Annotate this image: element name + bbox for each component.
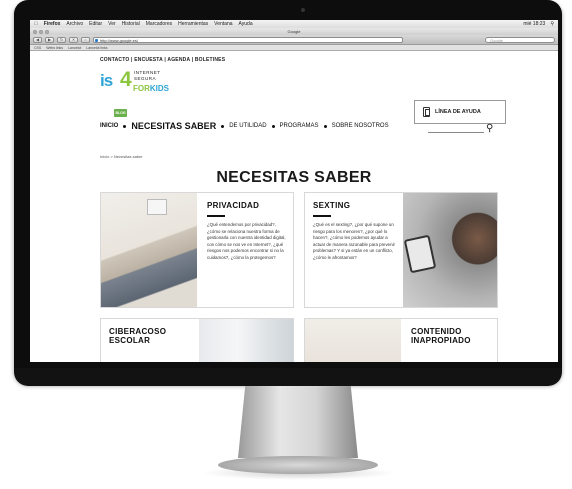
forward-icon[interactable]: ▶ <box>45 36 54 43</box>
help-line-button[interactable]: LÍNEA DE AYUDA <box>414 100 506 124</box>
main-nav: INICIO NECESITAS SABER DE UTILIDAD PROGR… <box>100 121 389 131</box>
monitor-chin <box>14 368 562 386</box>
nav-necesitas-saber[interactable]: NECESITAS SABER <box>131 121 216 131</box>
bedroom-image <box>101 193 197 307</box>
url-field[interactable]: http://www.google.es/ <box>93 36 403 43</box>
nav-sobre-nosotros[interactable]: SOBRE NOSOTROS <box>332 123 389 129</box>
url-text: http://www.google.es/ <box>100 37 139 43</box>
nav-programas[interactable]: PROGRAMAS <box>280 123 319 129</box>
blog-badge[interactable]: BLOG <box>114 109 127 117</box>
nav-separator <box>221 124 225 128</box>
card-title-line: INAPROPIADO <box>411 336 471 345</box>
menu-herramientas[interactable]: Herramientas <box>178 21 208 27</box>
monitor-stand <box>238 386 358 458</box>
monitor-scene:  Firefox Archivo Editar Ver Historial M… <box>0 0 572 489</box>
phone-screen-image <box>403 234 437 274</box>
card-text: CONTENIDO INAPROPIADO <box>403 319 497 362</box>
top-links[interactable]: CONTACTO | ENCUESTA | AGENDA | BOLETINES <box>100 57 225 63</box>
card-text: PRIVACIDAD ¿Qué entendemos por privacida… <box>199 193 293 307</box>
monitor-base <box>218 456 378 474</box>
poster-image <box>147 199 167 215</box>
logo-for-kids: FORKIDS <box>133 84 169 93</box>
menu-ver[interactable]: Ver <box>108 21 116 27</box>
window-image <box>199 319 293 362</box>
title-rule <box>207 215 225 217</box>
nav-de-utilidad[interactable]: DE UTILIDAD <box>229 123 266 129</box>
nav-separator <box>123 124 127 128</box>
card-text: CIBERACOSO ESCOLAR <box>101 319 199 362</box>
reload-icon[interactable]: ↻ <box>57 36 66 43</box>
menu-marcadores[interactable]: Marcadores <box>146 21 172 27</box>
card-sexting[interactable]: SEXTING ¿Qué es el sexting?, ¿por qué su… <box>304 192 498 308</box>
stop-icon[interactable]: ✕ <box>69 36 78 43</box>
nav-separator <box>323 124 327 128</box>
room-image <box>305 319 401 362</box>
card-title-line: CONTENIDO <box>411 327 462 336</box>
window-titlebar: Google <box>30 28 558 35</box>
breadcrumb[interactable]: Inicio > Necesitas saber <box>100 154 143 159</box>
phone-icon <box>423 107 430 117</box>
nav-inicio[interactable]: INICIO <box>100 123 118 129</box>
site-search-input[interactable] <box>428 132 484 133</box>
menu-editar[interactable]: Editar <box>89 21 102 27</box>
search-icon[interactable]: ⚲ <box>486 123 493 134</box>
card-title: PRIVACIDAD <box>207 201 260 210</box>
apple-icon[interactable]:  <box>34 21 38 27</box>
browser-toolbar: ◀ ▶ ↻ ✕ ⌂ http://www.google.es/ Google <box>30 35 558 45</box>
nav-separator <box>271 124 275 128</box>
selfie-image <box>403 193 497 307</box>
menu-historial[interactable]: Historial <box>122 21 140 27</box>
card-contenido[interactable]: CONTENIDO INAPROPIADO <box>304 318 498 362</box>
camera-icon <box>301 8 305 12</box>
logo-for: FOR <box>133 84 150 93</box>
spotlight-icon[interactable]: ⚲ <box>550 21 554 27</box>
menu-archivo[interactable]: Archivo <box>66 21 83 27</box>
bookmark-item[interactable]: Webs links <box>46 46 63 50</box>
screen:  Firefox Archivo Editar Ver Historial M… <box>30 20 558 362</box>
card-ciberacoso[interactable]: CIBERACOSO ESCOLAR <box>100 318 294 362</box>
card-text: SEXTING ¿Qué es el sexting?, ¿por qué su… <box>305 193 403 307</box>
menu-app[interactable]: Firefox <box>44 21 61 27</box>
page-title: NECESITAS SABER <box>216 169 372 186</box>
menu-ventana[interactable]: Ventana <box>214 21 232 27</box>
logo-line: INTERNET <box>134 70 161 75</box>
card-title: CIBERACOSO ESCOLAR <box>109 327 191 345</box>
web-page: CONTACTO | ENCUESTA | AGENDA | BOLETINES… <box>30 51 558 362</box>
window-title: Google <box>287 29 301 34</box>
card-title-line: CIBERACOSO <box>109 327 167 336</box>
search-input[interactable]: Google <box>485 36 555 43</box>
card-body: ¿Qué entendemos por privacidad?, ¿cómo s… <box>207 222 286 260</box>
mac-menubar:  Firefox Archivo Editar Ver Historial M… <box>30 20 558 28</box>
logo-4: 4 <box>120 68 132 91</box>
menu-ayuda[interactable]: Ayuda <box>239 21 253 27</box>
logo-is: is <box>100 71 113 90</box>
bookmark-item[interactable]: CSS <box>34 46 41 50</box>
bookmark-item[interactable]: Lancelot <box>68 46 81 50</box>
menubar-status: mié 18:23 ⚲ <box>523 21 554 27</box>
title-rule <box>313 215 331 217</box>
card-title: SEXTING <box>313 201 351 210</box>
card-title: CONTENIDO INAPROPIADO <box>411 327 491 345</box>
card-title-line: ESCOLAR <box>109 336 151 345</box>
card-privacidad[interactable]: PRIVACIDAD ¿Qué entendemos por privacida… <box>100 192 294 308</box>
logo-line: SEGURA <box>134 75 157 81</box>
logo-internet-segura: INTERNET SEGURA <box>134 70 161 81</box>
home-icon[interactable]: ⌂ <box>81 36 90 43</box>
back-icon[interactable]: ◀ <box>33 36 42 43</box>
bookmark-item[interactable]: Lancelot links <box>86 46 107 50</box>
is4k-logo[interactable]: is 4 INTERNET SEGURA FORKIDS <box>100 68 180 95</box>
favicon-icon <box>95 38 98 42</box>
logo-kids: KIDS <box>149 84 170 93</box>
clock[interactable]: mié 18:23 <box>523 21 545 27</box>
help-line-label: LÍNEA DE AYUDA <box>435 109 481 115</box>
card-body: ¿Qué es el sexting?, ¿por qué supone un … <box>313 222 396 260</box>
